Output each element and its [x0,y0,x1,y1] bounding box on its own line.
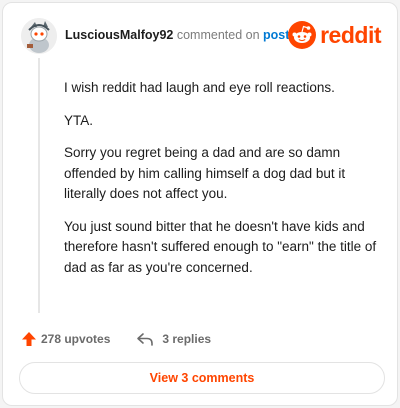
avatar[interactable] [21,18,57,54]
reply-button[interactable]: 3 replies [136,331,211,347]
upvote-arrow-icon [22,332,36,346]
comment-paragraph-4: You just sound bitter that he doesn't ha… [64,218,377,275]
reply-count: 3 replies [162,332,212,346]
reddit-logo[interactable]: reddit [288,20,381,50]
comment-card: LusciousMalfoy92 commented on post reddi… [2,2,398,406]
comment-paragraph-1: I wish reddit had laugh and eye roll rea… [64,80,335,95]
comment-body: I wish reddit had laugh and eye roll rea… [64,78,382,290]
comment-header: LusciousMalfoy92 commented on post reddi… [21,18,381,54]
reply-icon [137,333,154,346]
comment-actions: 278 upvotes 3 replies [21,329,211,349]
reddit-logo-text: reddit [320,21,381,48]
comment-paragraph-2: YTA. [64,112,94,128]
upvote-count: 278 upvotes [41,332,111,346]
byline: LusciousMalfoy92 commented on post [65,28,289,42]
comment-paragraph-3: Sorry you regret being a dad and are so … [64,145,346,201]
avatar-icon [21,18,57,54]
username[interactable]: LusciousMalfoy92 [65,28,173,42]
thread-line [38,58,40,313]
reddit-logo-icon [288,21,317,49]
commented-on-text: commented on [176,28,260,42]
upvote-button[interactable]: 278 upvotes [21,331,110,347]
post-link[interactable]: post [263,28,289,42]
view-comments-button[interactable]: View 3 comments [19,362,385,394]
